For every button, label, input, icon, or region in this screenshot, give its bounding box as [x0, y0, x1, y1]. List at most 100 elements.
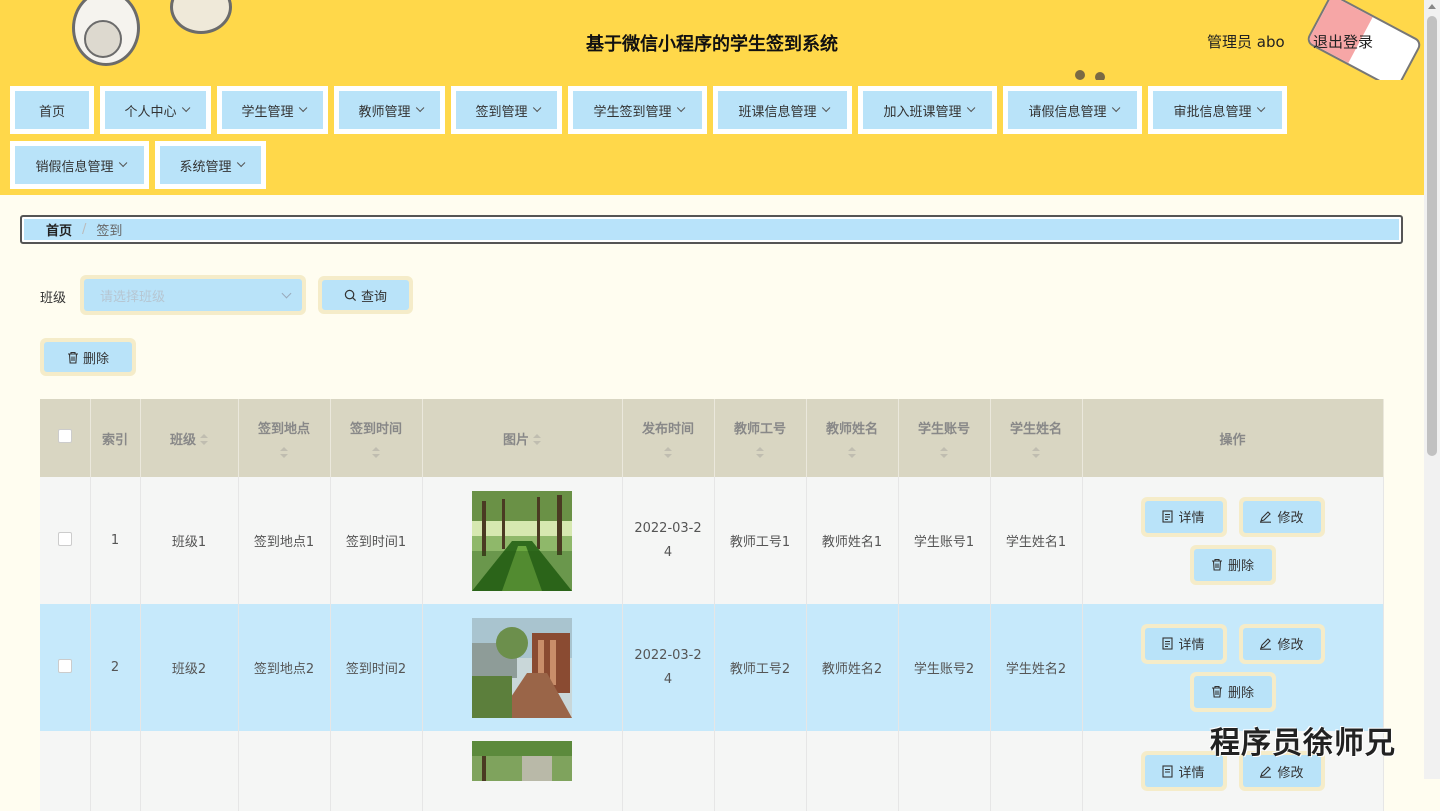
decorative-dots — [1075, 68, 1115, 80]
forest-path-image[interactable] — [472, 490, 572, 591]
chevron-down-icon — [676, 103, 685, 113]
published-cell: 2022-03-24 — [622, 604, 715, 731]
column-header-student-name[interactable]: 学生姓名 — [990, 399, 1083, 477]
nav-teacher-management[interactable]: 教师管理 — [334, 86, 445, 134]
delete-button[interactable]: 删除 — [1189, 544, 1276, 585]
teacher-name-cell: 教师姓名2 — [806, 604, 899, 731]
column-header-published[interactable]: 发布时间 — [622, 399, 715, 477]
table-row[interactable]: 2 班级2 签到地点2 签到时间2 2022-03-24 教师工号2 教师姓名2… — [40, 604, 1384, 731]
student-name-cell: 学生姓名2 — [990, 604, 1083, 731]
nav-student-signin-management[interactable]: 学生签到管理 — [568, 86, 707, 134]
nav-student-management[interactable]: 学生管理 — [217, 86, 328, 134]
sort-icon[interactable] — [664, 446, 672, 459]
batch-delete-button[interactable]: 删除 — [40, 338, 136, 376]
nav-student-management-label: 学生管理 — [241, 104, 294, 120]
breadcrumb-home[interactable]: 首页 — [46, 220, 72, 239]
nav-leave-cancel-management[interactable]: 销假信息管理 — [10, 141, 149, 189]
campus-image[interactable] — [472, 741, 572, 781]
table-row[interactable]: 1 班级1 签到地点1 签到时间1 2022-03-24 教师工号1 教师姓名1… — [40, 477, 1384, 604]
nav-leave-cancel-management-label: 销假信息管理 — [35, 159, 114, 175]
top-header: 基于微信小程序的学生签到系统 管理员 abo 退出登录 — [0, 0, 1424, 80]
sort-icon[interactable] — [280, 446, 288, 459]
column-header-location[interactable]: 签到地点 — [238, 399, 331, 477]
query-button[interactable]: 查询 — [318, 276, 413, 314]
scroll-up-arrow-icon[interactable] — [1428, 4, 1436, 9]
image-cell — [422, 477, 623, 604]
chevron-down-icon — [281, 288, 292, 299]
logout-link[interactable]: 退出登录 — [1313, 31, 1373, 52]
column-header-image[interactable]: 图片 — [422, 399, 623, 477]
select-all-cell — [40, 399, 91, 477]
decorative-headphone-illustration-2 — [170, 0, 232, 34]
column-header-teacher-id[interactable]: 教师工号 — [714, 399, 807, 477]
signin-table: 索引 班级 签到地点 签到时间 图片 发布时间 教师工号 教师姓名 学生账号 学… — [40, 399, 1384, 811]
trash-icon — [67, 351, 78, 364]
column-header-class[interactable]: 班级 — [140, 399, 239, 477]
current-user: 管理员 abo — [1207, 33, 1285, 51]
table-row[interactable]: 详情 修改 — [40, 731, 1384, 811]
published-cell: 2022-03-24 — [622, 477, 715, 604]
scrollbar-thumb[interactable] — [1427, 16, 1437, 456]
edit-button-label: 修改 — [1277, 765, 1304, 781]
nav-personal-center[interactable]: 个人中心 — [100, 86, 211, 134]
nav-student-signin-management-label: 学生签到管理 — [593, 104, 672, 120]
sort-icon[interactable] — [1032, 446, 1040, 459]
nav-leave-management[interactable]: 请假信息管理 — [1003, 86, 1142, 134]
column-header-teacher-name[interactable]: 教师姓名 — [806, 399, 899, 477]
page-scrollbar[interactable] — [1424, 0, 1440, 779]
garden-building-image[interactable] — [472, 617, 572, 718]
sort-icon[interactable] — [848, 446, 856, 459]
published-cell — [622, 731, 715, 811]
delete-button[interactable]: 删除 — [1189, 671, 1276, 712]
nav-leave-management-label: 请假信息管理 — [1028, 104, 1107, 120]
select-all-checkbox[interactable] — [57, 429, 72, 443]
published-date: 2022-03-24 — [634, 647, 702, 687]
sort-icon[interactable] — [533, 434, 541, 446]
row-checkbox[interactable] — [57, 658, 72, 673]
nav-class-course-management[interactable]: 班课信息管理 — [713, 86, 852, 134]
class-select[interactable]: 请选择班级 — [80, 275, 306, 315]
chevron-down-icon — [415, 103, 424, 113]
nav-approval-management[interactable]: 审批信息管理 — [1148, 86, 1287, 134]
location-cell: 签到地点1 — [238, 477, 331, 604]
class-cell: 班级1 — [140, 477, 239, 604]
teacher-id-cell: 教师工号2 — [714, 604, 807, 731]
sort-icon[interactable] — [756, 446, 764, 459]
detail-button[interactable]: 详情 — [1140, 496, 1227, 537]
edit-button[interactable]: 修改 — [1238, 496, 1325, 537]
column-header-class-label: 班级 — [169, 432, 196, 448]
student-account-cell: 学生账号2 — [898, 604, 991, 731]
detail-button[interactable]: 详情 — [1140, 623, 1227, 664]
sort-icon[interactable] — [940, 446, 948, 459]
column-header-location-label: 签到地点 — [257, 421, 310, 437]
column-header-index: 索引 — [90, 399, 141, 477]
sort-icon[interactable] — [372, 446, 380, 459]
chevron-down-icon — [236, 158, 245, 168]
column-header-signin-time[interactable]: 签到时间 — [330, 399, 423, 477]
nav-personal-center-label: 个人中心 — [124, 104, 177, 120]
nav-join-class-management[interactable]: 加入班课管理 — [858, 86, 997, 134]
row-select-cell — [40, 604, 91, 731]
index-cell: 1 — [90, 477, 141, 604]
breadcrumb-current: 签到 — [96, 224, 123, 239]
actions-cell: 详情 修改 删除 — [1082, 477, 1384, 604]
teacher-id-cell — [714, 731, 807, 811]
image-cell — [422, 604, 623, 731]
row-checkbox[interactable] — [57, 531, 72, 546]
chevron-down-icon — [966, 103, 975, 113]
nav-home[interactable]: 首页 — [10, 86, 94, 134]
sort-icon[interactable] — [200, 434, 208, 446]
nav-signin-management[interactable]: 签到管理 — [451, 86, 562, 134]
detail-button-label: 详情 — [1178, 765, 1205, 781]
column-header-student-account[interactable]: 学生账号 — [898, 399, 991, 477]
index-cell: 2 — [90, 604, 141, 731]
teacher-id-cell: 教师工号1 — [714, 477, 807, 604]
edit-button[interactable]: 修改 — [1238, 623, 1325, 664]
column-header-teacher-id-label: 教师工号 — [733, 421, 786, 437]
chevron-down-icon — [298, 103, 307, 113]
search-icon — [344, 289, 357, 301]
document-icon — [1162, 764, 1174, 778]
nav-system-management[interactable]: 系统管理 — [155, 141, 266, 189]
index-cell — [90, 731, 141, 811]
nav-teacher-management-label: 教师管理 — [358, 104, 411, 120]
